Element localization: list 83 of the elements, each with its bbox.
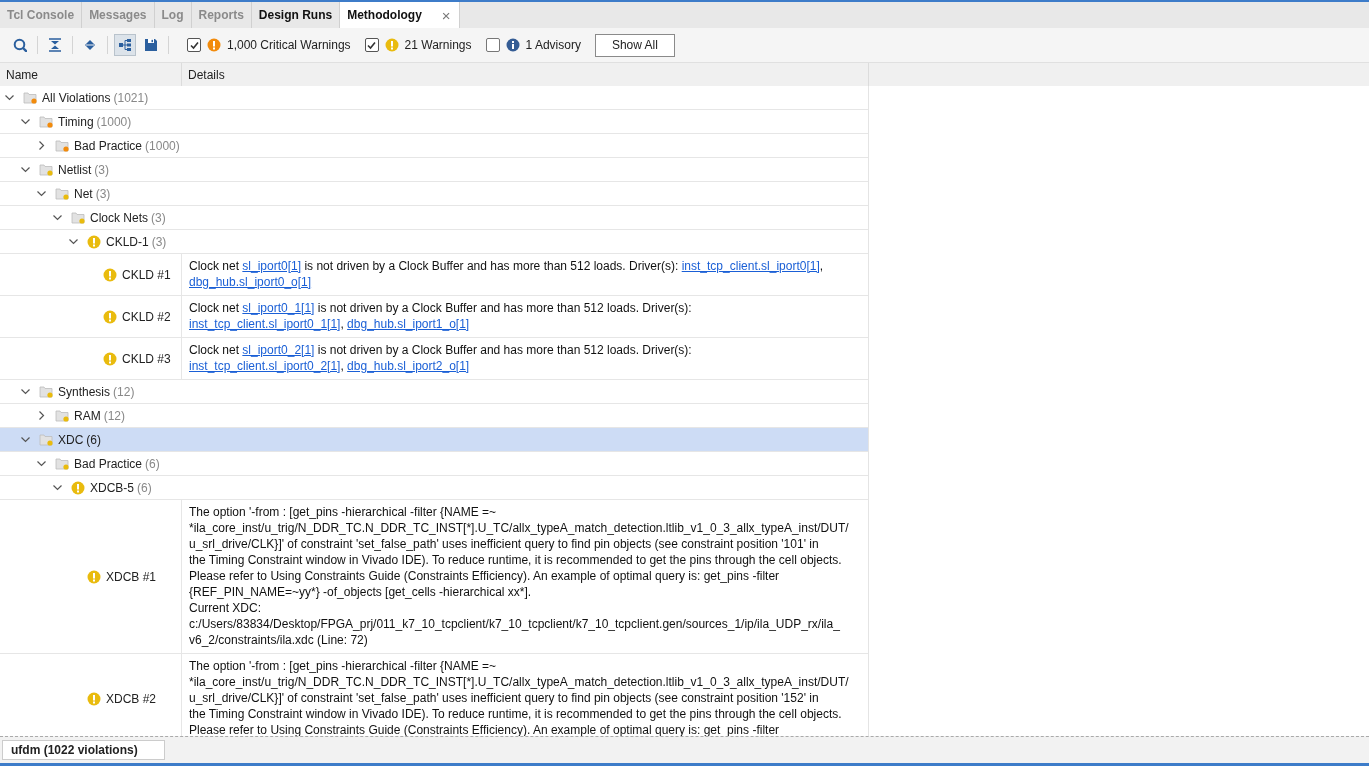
collapse-all-icon[interactable] bbox=[48, 38, 62, 52]
collapse-chevron-icon[interactable] bbox=[20, 164, 31, 175]
folder-icon bbox=[55, 408, 69, 423]
item-count: (6) bbox=[137, 480, 152, 495]
tree-item[interactable]: CKLD-1 bbox=[106, 234, 149, 249]
folder-icon bbox=[71, 210, 85, 225]
tree-item[interactable]: CKLD #3 bbox=[122, 351, 171, 366]
tree-item[interactable]: Bad Practice bbox=[74, 456, 143, 471]
tree-item[interactable]: XDCB-5 bbox=[90, 480, 134, 495]
tree-item[interactable]: Netlist bbox=[58, 162, 92, 177]
tree-item[interactable]: Bad Practice bbox=[74, 138, 143, 153]
folder-icon bbox=[39, 432, 53, 447]
item-count: (6) bbox=[145, 456, 160, 471]
item-count: (6) bbox=[86, 432, 101, 447]
tree-item[interactable]: CKLD #1 bbox=[122, 267, 171, 282]
tree-item[interactable]: RAM bbox=[74, 408, 101, 423]
expand-chevron-icon[interactable] bbox=[36, 140, 47, 151]
net-link[interactable]: sl_iport0_2[1] bbox=[242, 343, 315, 357]
tree-item[interactable]: All Violations bbox=[42, 90, 111, 105]
item-count: (3) bbox=[94, 162, 109, 177]
expand-all-icon[interactable] bbox=[83, 38, 97, 52]
save-icon[interactable] bbox=[144, 38, 158, 52]
tree-item[interactable]: XDCB #1 bbox=[106, 569, 157, 584]
folder-icon bbox=[55, 186, 69, 201]
collapse-chevron-icon[interactable] bbox=[20, 116, 31, 127]
filter-label: 21 Warnings bbox=[404, 38, 472, 52]
collapse-chevron-icon[interactable] bbox=[4, 92, 15, 103]
check-icon bbox=[366, 39, 378, 51]
tree-item[interactable]: XDCB #2 bbox=[106, 691, 157, 706]
collapse-chevron-icon[interactable] bbox=[20, 386, 31, 397]
item-count: (1000) bbox=[96, 114, 132, 129]
collapse-chevron-icon[interactable] bbox=[68, 236, 79, 247]
item-count: (3) bbox=[151, 210, 166, 225]
net-link[interactable]: dbg_hub.sl_iport2_o[1] bbox=[347, 359, 470, 373]
checkbox[interactable] bbox=[187, 38, 201, 52]
collapse-chevron-icon[interactable] bbox=[52, 482, 63, 493]
item-count: (12) bbox=[113, 384, 135, 399]
checkbox[interactable] bbox=[364, 38, 379, 52]
violation-details: The option '-from : [get_pins -hierarchical -filter {NAME =~ *ila_core_inst/u_trig/N_DDR_TC.N_DDR_TC_INST[*].U_TC/allx_typeA_match_detection.ltlib_v1_0_3_allx_typeA_inst/DUT/ u_srl_drive/CLK}]' of constraint 'set_false_path' uses inefficient query to find pin objects (see constraint position '152' in the Timing Constraint window in Vivado IDE). To reduce runtime, it is recommended to get the pins through the cell objects. Please refer to Using Constraints Guide (Constraints Efficiency). An example of optimal query is: get_pins -filter bbox=[189, 658, 850, 736]
folder-icon bbox=[55, 138, 69, 153]
folder-icon bbox=[39, 114, 53, 129]
violation-details: The option '-from : [get_pins -hierarchical -filter {NAME =~ *ila_core_inst/u_trig/N_DDR_TC.N_DDR_TC_INST[*].U_TC/allx_typeA_match_detection.ltlib_v1_0_3_allx_typeA_inst/DUT/ u_srl_drive/CLK}]' of constraint 'set_false_path' uses inefficient query to find pin objects (see constraint position '101' in the Timing Constraint window in Vivado IDE). To reduce runtime, it is recommended to get the pins through the cell objects. Please refer to Using Constraints Guide (Constraints Efficiency). An example of optimal query is: get_pins -filter {REF_PIN_NAME=~yy*} -of_objects [get_cells -hierarchical xx*]. Current XDC: c:/Users/83834/Desktop/FPGA_prj/011_k7_10_tcpclient/k7_10_tcpclient/k7_10_tcpclient.gen/sources_1/ip/ila_UDP_rx/ila_ v6_2/constraints/ila.xdc (Line: 72) bbox=[189, 504, 850, 648]
hierarchy-icon bbox=[118, 38, 132, 52]
folder-icon bbox=[39, 384, 53, 399]
folder-icon bbox=[55, 456, 69, 471]
column-header[interactable]: Details bbox=[182, 63, 869, 86]
net-link[interactable]: dbg_hub.sl_iport1_o[1] bbox=[347, 317, 470, 331]
net-link[interactable]: dbg_hub.sl_iport0_o[1] bbox=[189, 275, 312, 289]
tree-item[interactable]: Timing bbox=[58, 114, 94, 129]
item-count: (3) bbox=[95, 186, 111, 201]
tab[interactable]: Methodology × bbox=[340, 2, 460, 28]
collapse-chevron-icon[interactable] bbox=[52, 212, 63, 223]
net-link[interactable]: sl_iport0_1[1] bbox=[242, 301, 315, 315]
item-count: (1021) bbox=[113, 90, 149, 105]
item-count: (12) bbox=[103, 408, 125, 423]
tree-item[interactable]: Net bbox=[74, 186, 93, 201]
item-count: (1000) bbox=[145, 138, 180, 153]
collapse-chevron-icon[interactable] bbox=[36, 458, 47, 469]
tree-item[interactable]: Synthesis bbox=[58, 384, 111, 399]
column-header[interactable]: Name bbox=[0, 63, 182, 86]
show-all-button[interactable]: Show All bbox=[594, 33, 675, 57]
violation-details: Clock net sl_iport0_1[1] is not driven by a Clock Buffer and has more than 512 loads. Driver(s): inst_tcp_client.sl_iport0_1[1], dbg_hub.sl_iport1_o[1] bbox=[189, 300, 693, 332]
net-link[interactable]: sl_iport0[1] bbox=[242, 259, 302, 273]
folder-icon bbox=[23, 90, 37, 105]
filter-label: 1,000 Critical Warnings bbox=[227, 38, 351, 52]
checkbox[interactable] bbox=[485, 38, 500, 52]
report-tab[interactable]: ufdm (1022 violations) bbox=[2, 740, 165, 760]
collapse-chevron-icon[interactable] bbox=[20, 434, 31, 445]
tree-item[interactable]: Clock Nets bbox=[90, 210, 148, 225]
folder-icon bbox=[39, 162, 53, 177]
item-count: (3) bbox=[151, 234, 167, 249]
search-icon[interactable] bbox=[13, 38, 27, 52]
filter-label: 1 Advisory bbox=[525, 38, 581, 52]
close-icon[interactable]: × bbox=[441, 6, 451, 24]
tree-item[interactable]: XDC bbox=[58, 432, 84, 447]
violation-details: Clock net sl_iport0_2[1] is not driven by a Clock Buffer and has more than 512 loads. Driver(s): inst_tcp_client.sl_iport0_2[1], dbg_hub.sl_iport2_o[1] bbox=[189, 342, 693, 374]
expand-chevron-icon[interactable] bbox=[36, 410, 47, 421]
net-link[interactable]: inst_tcp_client.sl_iport0[1] bbox=[681, 259, 820, 273]
check-icon bbox=[188, 39, 200, 51]
toolbar-button[interactable] bbox=[114, 34, 136, 56]
violation-details: Clock net sl_iport0[1] is not driven by a Clock Buffer and has more than 512 loads. Driver(s): inst_tcp_client.sl_iport0[1], dbg_hub.sl_iport0_o[1] bbox=[189, 258, 825, 290]
collapse-chevron-icon[interactable] bbox=[36, 188, 47, 199]
tree-item[interactable]: CKLD #2 bbox=[122, 309, 171, 324]
